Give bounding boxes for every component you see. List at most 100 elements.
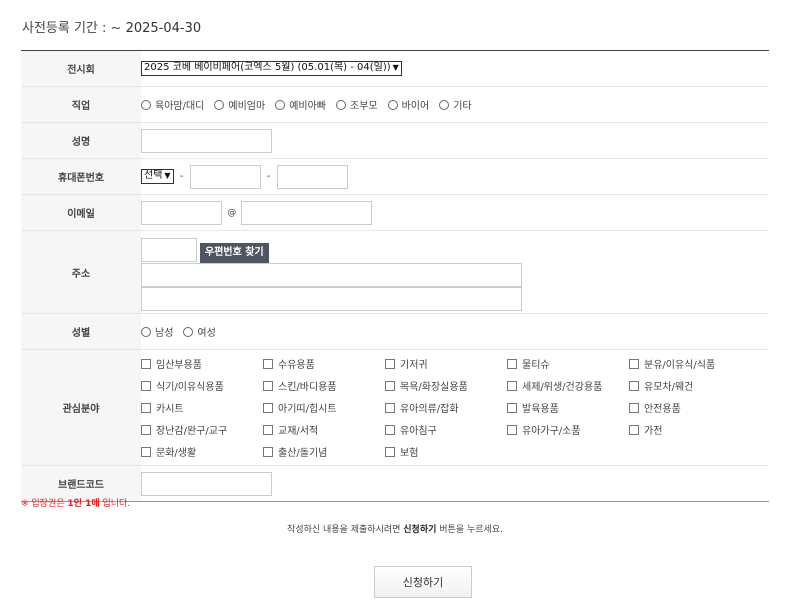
guide-prefix: 작성하신 내용을 제출하시려면 bbox=[287, 525, 404, 535]
zipcode-input[interactable] bbox=[141, 237, 197, 262]
interest-option[interactable]: 카시트 bbox=[141, 400, 263, 415]
checkbox-icon[interactable] bbox=[263, 424, 273, 435]
interest-option-label: 보험 bbox=[400, 448, 419, 459]
email-id-input[interactable] bbox=[141, 200, 222, 225]
checkbox-icon[interactable] bbox=[263, 402, 273, 413]
interest-option[interactable]: 유아의류/잡화 bbox=[385, 400, 507, 415]
checkbox-icon[interactable] bbox=[263, 380, 273, 391]
interest-option[interactable]: 수유용품 bbox=[263, 356, 385, 371]
phone-last-input[interactable] bbox=[276, 164, 348, 189]
interest-option[interactable]: 기저귀 bbox=[385, 356, 507, 371]
interest-option-label: 유아가구/소품 bbox=[522, 426, 581, 437]
email-domain-input[interactable] bbox=[241, 200, 373, 225]
job-option[interactable]: 조부모 bbox=[336, 97, 378, 112]
checkbox-icon[interactable] bbox=[507, 424, 517, 435]
interest-option[interactable]: 장난감/완구/교구 bbox=[141, 422, 263, 437]
email-at: @ bbox=[227, 207, 237, 218]
checkbox-icon[interactable] bbox=[263, 446, 273, 457]
checkbox-icon[interactable] bbox=[385, 380, 395, 391]
checkbox-icon[interactable] bbox=[507, 358, 517, 369]
radio-icon[interactable] bbox=[141, 326, 151, 337]
interest-option[interactable]: 물티슈 bbox=[507, 356, 629, 371]
interest-option[interactable]: 유아가구/소품 bbox=[507, 422, 629, 437]
interest-option[interactable]: 출산/돌기념 bbox=[263, 444, 385, 459]
checkbox-icon[interactable] bbox=[629, 380, 639, 391]
row-email: 이메일 @ bbox=[21, 194, 769, 231]
job-label: 직업 bbox=[21, 86, 141, 123]
job-option-label: 예비아빠 bbox=[289, 101, 326, 112]
interest-option[interactable]: 문화/생활 bbox=[141, 444, 263, 459]
interest-option[interactable]: 아기띠/힙시트 bbox=[263, 400, 385, 415]
interest-option-label: 아기띠/힙시트 bbox=[278, 404, 337, 415]
checkbox-icon[interactable] bbox=[629, 358, 639, 369]
interest-option-label: 문화/생활 bbox=[156, 448, 197, 459]
checkbox-icon[interactable] bbox=[385, 402, 395, 413]
job-option[interactable]: 기타 bbox=[439, 97, 472, 112]
checkbox-icon[interactable] bbox=[141, 402, 151, 413]
interest-option[interactable]: 식기/이유식용품 bbox=[141, 378, 263, 393]
interest-option[interactable]: 스킨/바디용품 bbox=[263, 378, 385, 393]
interest-option[interactable]: 목욕/화장실용품 bbox=[385, 378, 507, 393]
radio-icon[interactable] bbox=[214, 99, 225, 110]
interest-option[interactable]: 세제/위생/건강용품 bbox=[507, 378, 629, 393]
interest-option[interactable]: 분유/이유식/식품 bbox=[629, 356, 751, 371]
submit-guide: 작성하신 내용을 제출하시려면 신청하기 버튼을 누르세요. bbox=[0, 522, 790, 535]
phone-prefix-value: 선택 bbox=[144, 170, 163, 181]
interest-option[interactable]: 교재/서적 bbox=[263, 422, 385, 437]
radio-icon[interactable] bbox=[387, 99, 398, 110]
interest-option-label: 목욕/화장실용품 bbox=[400, 382, 468, 393]
checkbox-icon[interactable] bbox=[385, 446, 395, 457]
checkbox-icon[interactable] bbox=[141, 424, 151, 435]
phone-middle-input[interactable] bbox=[189, 164, 261, 189]
interest-option[interactable]: 가전 bbox=[629, 422, 751, 437]
exhibition-select[interactable]: 2025 코베 베이비페어(코엑스 5월) (05.01(목) - 04(일))… bbox=[141, 61, 402, 76]
row-address: 주소 우편번호 찾기 bbox=[21, 230, 769, 314]
chevron-down-icon: ▼ bbox=[164, 171, 171, 180]
gender-option[interactable]: 남성 bbox=[141, 324, 173, 339]
checkbox-icon[interactable] bbox=[629, 424, 639, 435]
name-input[interactable] bbox=[141, 128, 272, 153]
checkbox-icon[interactable] bbox=[263, 358, 273, 369]
gender-option[interactable]: 여성 bbox=[183, 324, 216, 339]
address-label: 주소 bbox=[21, 230, 141, 314]
checkbox-icon[interactable] bbox=[507, 380, 517, 391]
radio-icon[interactable] bbox=[275, 99, 286, 110]
job-option[interactable]: 예비엄마 bbox=[214, 97, 265, 112]
gender-option-label: 남성 bbox=[155, 328, 174, 339]
gender-options: 남성 여성 bbox=[141, 313, 769, 350]
interest-option[interactable]: 임산부용품 bbox=[141, 356, 263, 371]
interest-option[interactable]: 유모차/웨건 bbox=[629, 378, 751, 393]
radio-icon[interactable] bbox=[439, 99, 450, 110]
checkbox-icon[interactable] bbox=[629, 402, 639, 413]
job-option[interactable]: 바이어 bbox=[387, 97, 429, 112]
period-label: 사전등록 기간 : ~ bbox=[22, 21, 126, 36]
gender-label: 성별 bbox=[21, 313, 141, 350]
radio-icon[interactable] bbox=[141, 99, 151, 110]
job-option-label: 조부모 bbox=[350, 101, 378, 112]
phone-prefix-select[interactable]: 선택 ▼ bbox=[141, 169, 174, 184]
checkbox-icon[interactable] bbox=[507, 402, 517, 413]
interest-option[interactable]: 보험 bbox=[385, 444, 507, 459]
address-line1-input[interactable] bbox=[141, 262, 522, 287]
job-option[interactable]: 예비아빠 bbox=[275, 97, 326, 112]
radio-icon[interactable] bbox=[183, 326, 194, 337]
interests-grid: 임산부용품 수유용품 기저귀 물티슈 분유/이유식/식품식기/이유식용품 스킨/바디용품 목… bbox=[141, 350, 769, 465]
interest-option-label: 물티슈 bbox=[522, 360, 550, 371]
checkbox-icon[interactable] bbox=[385, 358, 395, 369]
checkbox-icon[interactable] bbox=[141, 380, 151, 391]
checkbox-icon[interactable] bbox=[385, 424, 395, 435]
zipcode-search-button[interactable]: 우편번호 찾기 bbox=[200, 242, 269, 263]
interest-option[interactable]: 유아침구 bbox=[385, 422, 507, 437]
interest-option[interactable]: 안전용품 bbox=[629, 400, 751, 415]
brand-code-input[interactable] bbox=[141, 471, 272, 496]
radio-icon[interactable] bbox=[336, 99, 346, 110]
submit-button[interactable]: 신청하기 bbox=[374, 566, 472, 598]
exhibition-select-value: 2025 코베 베이비페어(코엑스 5월) (05.01(목) - 04(일)) bbox=[144, 62, 391, 73]
checkbox-icon[interactable] bbox=[141, 446, 151, 457]
row-job: 직업 육아맘/대디 예비엄마 예비아빠 조부모 바이어 기타 bbox=[21, 86, 769, 123]
interest-option-label: 세제/위생/건강용품 bbox=[522, 382, 603, 393]
checkbox-icon[interactable] bbox=[141, 358, 151, 369]
interest-option[interactable]: 발육용품 bbox=[507, 400, 629, 415]
address-line2-input[interactable] bbox=[141, 286, 522, 311]
job-option[interactable]: 육아맘/대디 bbox=[141, 97, 204, 112]
